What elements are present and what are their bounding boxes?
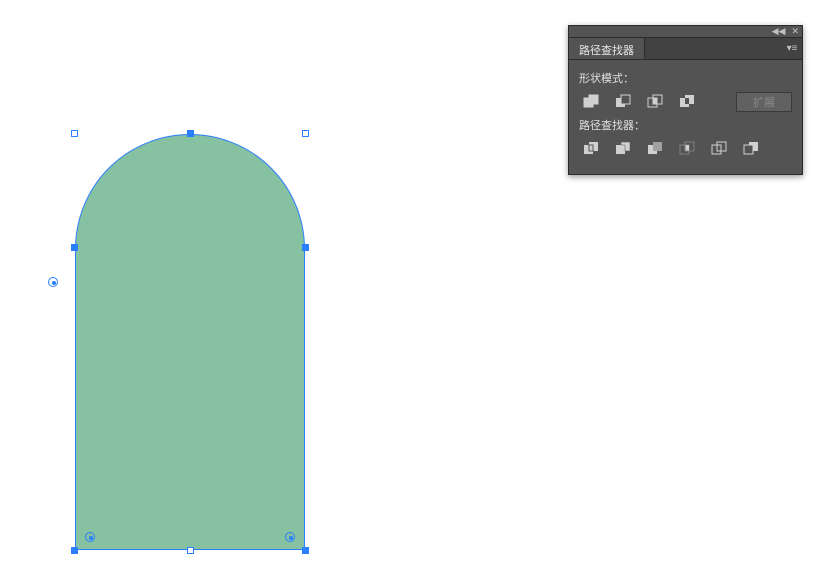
minus-back-icon (742, 140, 760, 158)
unite-icon (582, 93, 600, 111)
live-corner-widget[interactable] (48, 277, 58, 287)
anchor-point[interactable] (302, 244, 309, 251)
minus-back-button[interactable] (739, 138, 763, 160)
selection-handle[interactable] (302, 130, 309, 137)
intersect-icon (646, 93, 664, 111)
outline-button[interactable] (707, 138, 731, 160)
close-icon[interactable]: ✕ (791, 27, 799, 36)
tab-pathfinder[interactable]: 路径查找器 (569, 38, 645, 59)
outline-icon (710, 140, 728, 158)
anchor-point[interactable] (71, 547, 78, 554)
exclude-icon (678, 93, 696, 111)
panel-tabbar: 路径查找器 ▾≡ (569, 38, 802, 60)
tab-label: 路径查找器 (579, 45, 634, 57)
divide-icon (582, 140, 600, 158)
panel-body: 形状模式： (569, 60, 802, 174)
expand-label: 扩展 (753, 94, 775, 110)
crop-button[interactable] (675, 138, 699, 160)
trim-icon (614, 140, 632, 158)
arch-shape[interactable] (75, 134, 305, 550)
selected-shape[interactable] (75, 134, 305, 550)
merge-icon (646, 140, 664, 158)
pathfinders-label: 路径查找器： (579, 117, 792, 133)
crop-icon (678, 140, 696, 158)
panel-flyout-menu-icon[interactable]: ▾≡ (782, 38, 802, 59)
divide-button[interactable] (579, 138, 603, 160)
pathfinders-row (579, 138, 792, 160)
unite-button[interactable] (579, 91, 603, 113)
anchor-point[interactable] (187, 130, 194, 137)
shape-modes-row: 扩展 (579, 91, 792, 113)
selection-handle[interactable] (187, 547, 194, 554)
anchor-point[interactable] (71, 244, 78, 251)
minus-front-button[interactable] (611, 91, 635, 113)
trim-button[interactable] (611, 138, 635, 160)
merge-button[interactable] (643, 138, 667, 160)
expand-button[interactable]: 扩展 (736, 92, 792, 112)
selection-handle[interactable] (71, 130, 78, 137)
collapse-icon[interactable]: ◀◀ (772, 27, 786, 36)
pathfinder-panel: ◀◀ ✕ 路径查找器 ▾≡ 形状模式： (568, 25, 803, 175)
minus-front-icon (614, 93, 632, 111)
anchor-point[interactable] (302, 547, 309, 554)
intersect-button[interactable] (643, 91, 667, 113)
panel-topbar: ◀◀ ✕ (569, 26, 802, 38)
shape-modes-label: 形状模式： (579, 70, 792, 86)
exclude-button[interactable] (675, 91, 699, 113)
live-corner-widget[interactable] (85, 532, 95, 542)
live-corner-widget[interactable] (285, 532, 295, 542)
